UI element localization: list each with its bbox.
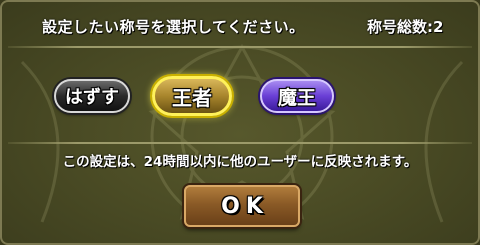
ok-button-label: OK: [221, 193, 269, 219]
title-select-dialog: 設定したい称号を選択してください。 称号総数:2 はずす 王者 魔王 この設定は…: [0, 0, 480, 245]
title-option-remove[interactable]: はずす: [54, 79, 130, 113]
dialog-header: 設定したい称号を選択してください。 称号総数:2: [2, 2, 478, 46]
ok-button[interactable]: OK: [184, 185, 300, 227]
notice-text: この設定は、24時間以内に他のユーザーに反映されます。: [62, 154, 418, 170]
header-divider: [8, 46, 472, 48]
title-option-king[interactable]: 王者: [152, 76, 232, 116]
title-count: 称号総数:2: [367, 18, 444, 36]
section-divider: [8, 142, 472, 144]
title-option-demon-king[interactable]: 魔王: [260, 79, 334, 113]
instruction-text: 設定したい称号を選択してください。: [42, 18, 305, 36]
